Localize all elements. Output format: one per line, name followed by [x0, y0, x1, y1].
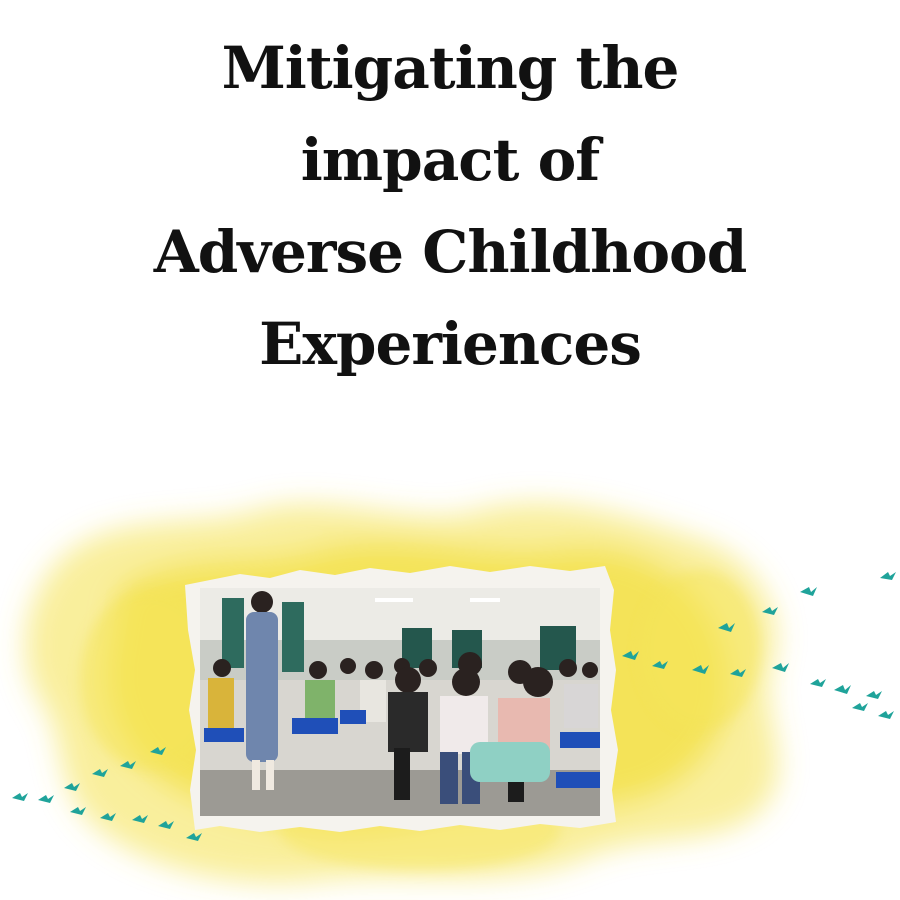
bird-icon	[852, 703, 868, 711]
bird-icon	[810, 679, 826, 687]
bird-icon	[772, 663, 789, 672]
bird-icon	[834, 685, 851, 694]
classroom-photo	[200, 588, 600, 816]
title-line-3: Adverse Childhood	[153, 218, 748, 286]
illustration	[12, 503, 896, 883]
title-line-4: Experiences	[259, 310, 642, 378]
title-line-1: Mitigating the	[221, 34, 680, 102]
bird-icon	[866, 691, 882, 699]
bird-icon	[38, 795, 54, 803]
bird-icon	[800, 587, 817, 596]
bird-icon	[878, 711, 894, 719]
bird-icon	[880, 572, 896, 580]
photo-frame	[185, 566, 618, 832]
page-title: Mitigating the impact of Adverse Childho…	[0, 22, 900, 390]
bird-icon	[12, 793, 28, 801]
title-line-2: impact of	[300, 126, 600, 194]
